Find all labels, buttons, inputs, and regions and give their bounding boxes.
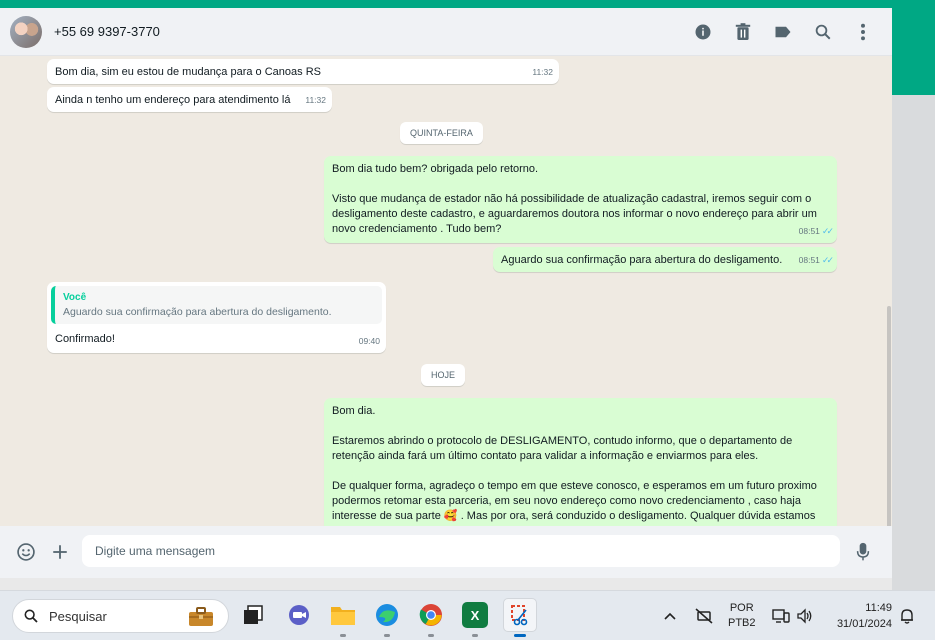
message-text: Bom dia, sim eu estou de mudança para o … <box>55 66 321 78</box>
date-divider: QUINTA-FEIRA <box>400 122 483 144</box>
chat-header: +55 69 9397-3770 <box>0 8 892 56</box>
trash-icon[interactable] <box>732 21 754 43</box>
quoted-message[interactable]: Você Aguardo sua confirmação para abertu… <box>51 286 382 324</box>
clock-time: 11:49 <box>865 602 892 614</box>
language-code: POR <box>729 602 754 614</box>
window-accent-bar <box>0 0 935 8</box>
date-divider: HOJE <box>421 364 466 386</box>
search-icon <box>23 608 39 624</box>
header-actions <box>692 8 874 56</box>
language-indicator[interactable]: POR PTB2 <box>728 591 756 640</box>
plus-icon[interactable] <box>48 540 72 564</box>
message-outgoing[interactable]: Bom dia tudo bem? obrigada pelo retorno.… <box>324 156 837 243</box>
system-clock[interactable]: 11:49 31/01/2024 <box>828 591 892 640</box>
contact-avatar[interactable] <box>10 15 42 48</box>
message-input[interactable]: Digite uma mensagem <box>82 535 840 567</box>
edge-browser-icon[interactable] <box>374 602 400 628</box>
running-indicator <box>428 634 434 637</box>
clock-date: 31/01/2024 <box>836 618 892 630</box>
running-indicator <box>384 634 390 637</box>
monitor-phone-icon[interactable] <box>772 591 790 640</box>
message-text: De qualquer forma, agradeço o tempo em q… <box>332 479 829 524</box>
active-indicator <box>514 634 526 637</box>
message-time: 08:51 ✓✓ <box>798 253 834 268</box>
keyboard-layout: PTB2 <box>728 617 756 629</box>
meet-icon[interactable] <box>286 602 312 628</box>
message-time: 08:51 ✓✓ <box>798 224 834 239</box>
message-time: 11:32 <box>305 95 326 105</box>
message-time: 09:40 <box>358 336 380 346</box>
message-text: Bom dia tudo bem? obrigada pelo retorno. <box>332 163 539 175</box>
show-hidden-icons-chevron-icon[interactable] <box>664 591 676 640</box>
message-text: Bom dia. <box>332 405 376 417</box>
notification-bell-icon[interactable] <box>900 591 914 640</box>
task-view-icon[interactable] <box>240 602 266 628</box>
volume-icon[interactable] <box>796 591 814 640</box>
background-panel <box>892 95 935 590</box>
message-incoming-reply[interactable]: Você Aguardo sua confirmação para abertu… <box>47 282 386 353</box>
snipping-tool-icon[interactable] <box>503 598 537 632</box>
label-icon[interactable] <box>772 21 794 43</box>
background-accent-block <box>892 0 935 95</box>
smiling-hearts-emoji: 🥰 <box>443 510 458 522</box>
read-ticks-icon: ✓✓ <box>821 255 834 265</box>
running-indicator <box>340 634 346 637</box>
running-indicator <box>472 634 478 637</box>
message-text: Ainda n tenho um endereço para atendimen… <box>55 94 291 106</box>
taskbar: Pesquisar X POR PTB2 11:49 31/01/2024 <box>0 590 935 640</box>
briefcase-icon <box>188 607 214 630</box>
taskbar-search-label: Pesquisar <box>49 608 107 624</box>
excel-icon[interactable]: X <box>462 602 488 628</box>
chat-scrollbar[interactable] <box>887 306 891 526</box>
quote-author: Você <box>63 292 87 303</box>
message-text: Visto que mudança de estador não há poss… <box>332 193 817 235</box>
message-incoming[interactable]: Ainda n tenho um endereço para atendimen… <box>47 87 332 112</box>
message-text: Confirmado! <box>55 333 115 345</box>
no-network-icon[interactable] <box>695 591 713 640</box>
taskbar-search[interactable]: Pesquisar <box>12 599 229 633</box>
message-time-value: 08:51 <box>798 226 820 236</box>
file-explorer-icon[interactable] <box>330 602 356 628</box>
message-time: 11:32 <box>532 67 553 77</box>
compose-bar: Digite uma mensagem <box>0 526 892 578</box>
chrome-browser-icon[interactable] <box>418 602 444 628</box>
message-incoming[interactable]: Bom dia, sim eu estou de mudança para o … <box>47 59 559 84</box>
microphone-icon[interactable] <box>851 540 875 564</box>
message-time-value: 08:51 <box>798 255 820 265</box>
contact-name[interactable]: +55 69 9397-3770 <box>54 24 160 39</box>
message-text: Aguardo sua confirmação para abertura do… <box>501 254 783 266</box>
emoji-icon[interactable] <box>14 540 38 564</box>
message-outgoing[interactable]: Aguardo sua confirmação para abertura do… <box>493 247 837 272</box>
read-ticks-icon: ✓✓ <box>821 226 834 236</box>
message-text: Estaremos abrindo o protocolo de DESLIGA… <box>332 435 793 462</box>
menu-dots-icon[interactable] <box>852 21 874 43</box>
search-icon[interactable] <box>812 21 834 43</box>
info-icon[interactable] <box>692 21 714 43</box>
chat-area[interactable]: Bom dia, sim eu estou de mudança para o … <box>0 56 892 526</box>
quote-text: Aguardo sua confirmação para abertura do… <box>63 306 332 318</box>
message-text-part: . Mas por ora, será conduzido o desligam… <box>460 510 816 522</box>
message-outgoing[interactable]: Bom dia. Estaremos abrindo o protocolo d… <box>324 398 837 526</box>
